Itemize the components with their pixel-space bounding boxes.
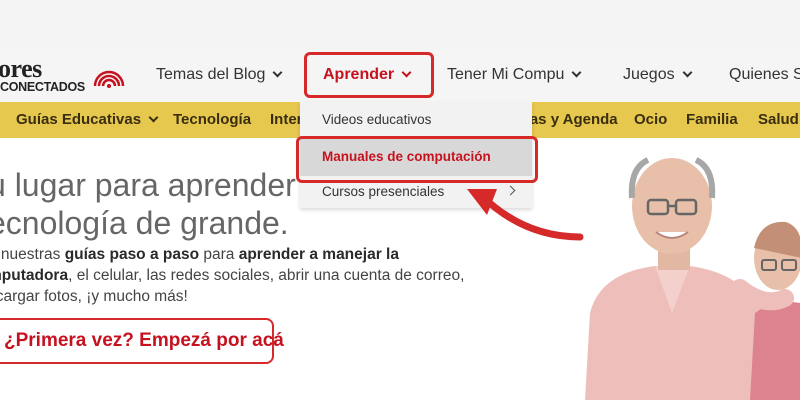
hero-description: á nuestras guías paso a paso para aprend… <box>0 244 508 307</box>
browser-top-strip <box>0 0 800 50</box>
category-label: Salud <box>758 111 799 128</box>
category-ocio[interactable]: Ocio <box>634 111 667 128</box>
category-guias-educativas[interactable]: Guías Educativas <box>16 111 159 128</box>
category-ferias-y-agenda[interactable]: ras y Agenda <box>524 111 618 128</box>
nav-item-label: Tener Mi Compu <box>447 66 565 83</box>
category-familia[interactable]: Familia <box>686 111 738 128</box>
bold-text: guías paso a paso <box>64 246 200 263</box>
wifi-signal-icon <box>93 70 125 88</box>
hero-description-line: scargar fotos, ¡y mucho más! <box>0 286 508 307</box>
category-label: Familia <box>686 111 738 128</box>
site-logo[interactable]: ores CONECTADOS <box>0 54 135 98</box>
category-label: ras y Agenda <box>524 111 618 128</box>
text-span: , el celular, las redes sociales, abrir … <box>68 267 465 284</box>
nav-item-temas-del-blog[interactable]: Temas del Blog <box>156 66 283 84</box>
dropdown-item-videos-educativos[interactable]: Videos educativos <box>322 112 431 127</box>
chevron-down-icon <box>571 67 582 78</box>
hero-description-line: á nuestras guías paso a paso para aprend… <box>0 244 508 265</box>
first-time-cta-button[interactable]: ¿Primera vez? Empezá por acá <box>0 318 284 364</box>
category-salud[interactable]: Salud <box>758 111 799 128</box>
nav-item-tener-mi-compu[interactable]: Tener Mi Compu <box>447 66 582 84</box>
category-label: Ocio <box>634 111 668 128</box>
nav-item-quienes-somos[interactable]: Quienes S <box>729 66 800 84</box>
hero-description-line: mputadora, el celular, las redes sociale… <box>0 265 508 286</box>
nav-item-label: Temas del Blog <box>156 66 266 83</box>
bold-text: aprender a manejar la <box>238 246 399 263</box>
category-label: Tecnología <box>173 111 252 128</box>
curved-arrow-icon <box>467 189 584 241</box>
text-span: para <box>199 246 239 263</box>
hero-title: u lugar para aprender ecnología de grand… <box>0 166 296 242</box>
nav-item-label: Juegos <box>623 66 675 83</box>
chevron-down-icon <box>682 67 693 78</box>
hero-title-line: u lugar para aprender <box>0 167 296 203</box>
nav-item-label: Quienes S <box>729 66 800 83</box>
nav-item-juegos[interactable]: Juegos <box>623 66 693 84</box>
dropdown-item-cursos-presenciales[interactable]: Cursos presenciales <box>322 184 444 199</box>
nav-annotation-highlight <box>304 52 434 98</box>
category-label: Guías Educativas <box>16 111 142 128</box>
logo-bottom-text: CONECTADOS <box>0 80 85 94</box>
text-span: á nuestras <box>0 246 61 263</box>
seniors-photo <box>560 138 800 400</box>
category-tecnologia[interactable]: Tecnología <box>173 111 251 128</box>
bold-text: mputadora <box>0 267 69 284</box>
hero-title-line: ecnología de grande. <box>0 205 289 241</box>
text-span: scargar fotos, ¡y mucho más! <box>0 288 188 305</box>
chevron-down-icon <box>272 67 283 78</box>
chevron-down-icon <box>148 112 159 123</box>
